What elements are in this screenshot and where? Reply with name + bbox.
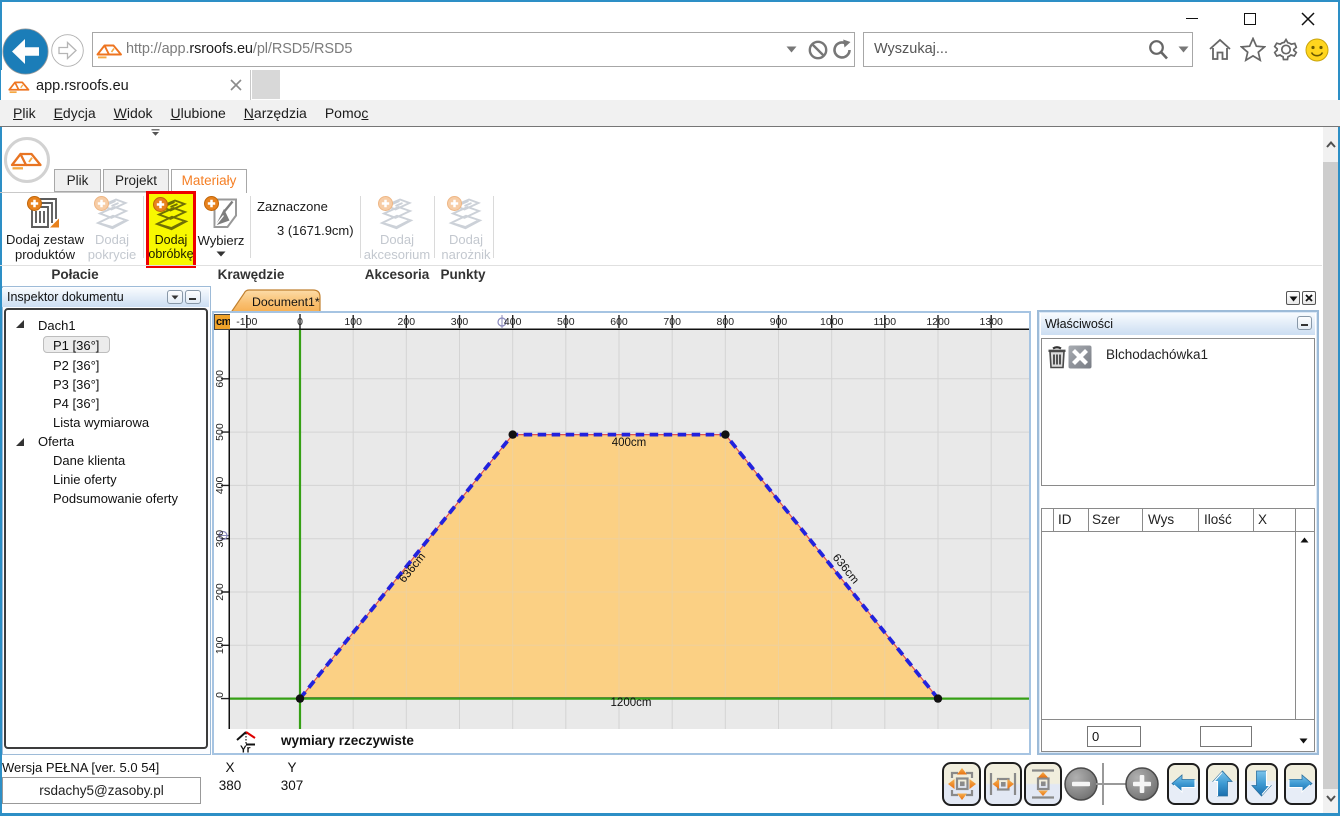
svg-text:600: 600 [610, 316, 628, 328]
svg-text:100: 100 [344, 316, 362, 328]
svg-text:500: 500 [557, 316, 575, 328]
svg-text:200: 200 [398, 316, 416, 328]
svg-text:1100: 1100 [874, 316, 897, 328]
svg-text:600: 600 [214, 370, 226, 388]
svg-text:400: 400 [504, 316, 522, 328]
svg-text:900: 900 [770, 316, 788, 328]
svg-text:400: 400 [214, 476, 226, 494]
svg-text:100: 100 [214, 636, 226, 654]
svg-text:0: 0 [297, 316, 303, 328]
svg-text:0: 0 [214, 692, 226, 698]
svg-text:1200cm: 1200cm [611, 697, 652, 709]
svg-text:400cm: 400cm [612, 437, 647, 449]
svg-text:1200: 1200 [926, 316, 950, 328]
svg-text:1000: 1000 [820, 316, 844, 328]
svg-text:1300: 1300 [980, 316, 1004, 328]
svg-text:800: 800 [717, 316, 735, 328]
svg-text:200: 200 [214, 583, 226, 601]
svg-text:500: 500 [214, 423, 226, 441]
svg-text:700: 700 [663, 316, 681, 328]
svg-text:Document1*: Document1* [252, 295, 320, 309]
svg-text:300: 300 [451, 316, 469, 328]
svg-text:Yr: Yr [240, 745, 251, 754]
svg-text:300: 300 [214, 530, 226, 548]
svg-text:-100: -100 [236, 316, 257, 328]
